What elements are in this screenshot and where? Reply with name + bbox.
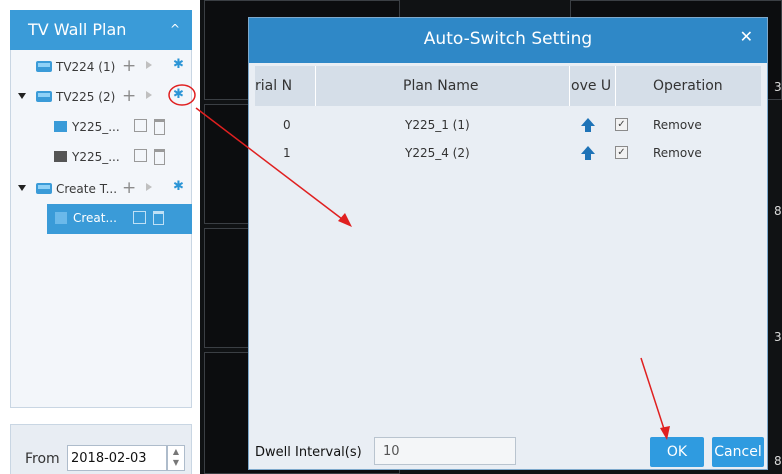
ok-arrow-head: [660, 426, 670, 440]
ok-arrow-line: [640, 357, 666, 433]
pointer-arrow-head: [338, 213, 352, 227]
annotation-overlay: [168, 84, 670, 440]
pointer-arrow-line: [195, 107, 347, 223]
highlight-circle: [168, 84, 196, 106]
